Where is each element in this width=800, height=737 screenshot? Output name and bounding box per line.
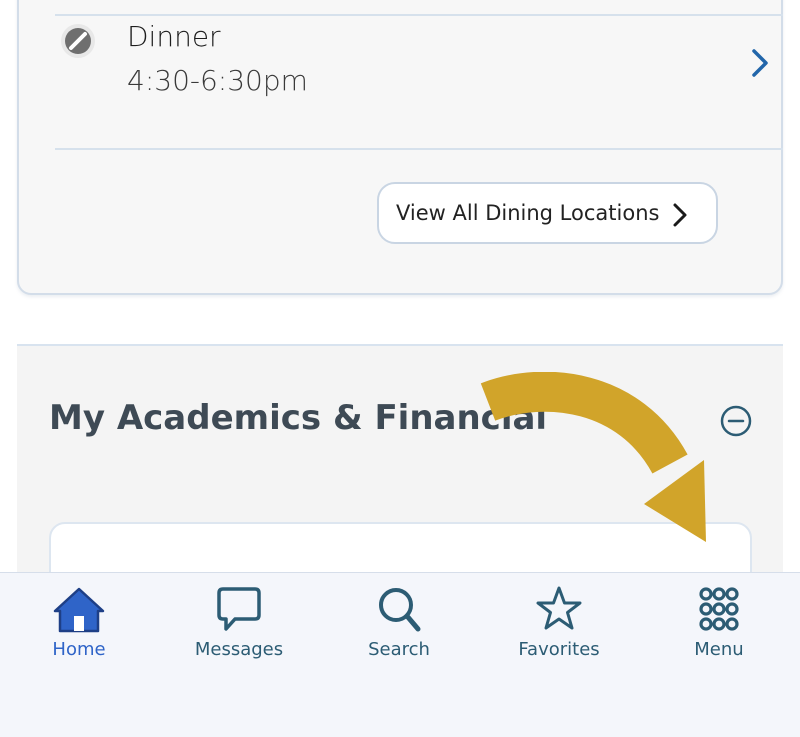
dining-card: Dinner 4:30-6:30pm View All Dining Locat… bbox=[17, 0, 783, 295]
tab-label: Menu bbox=[694, 639, 744, 660]
home-icon bbox=[53, 587, 105, 633]
collapse-minus-icon[interactable] bbox=[720, 405, 752, 437]
search-icon bbox=[379, 588, 421, 632]
tab-favorites[interactable]: Favorites bbox=[489, 585, 629, 675]
star-icon bbox=[536, 586, 582, 630]
tab-menu[interactable]: Menu bbox=[649, 585, 789, 675]
grid-dots-icon bbox=[699, 587, 739, 631]
tab-label: Messages bbox=[194, 639, 284, 660]
tab-label: Favorites bbox=[518, 639, 600, 660]
tab-label: Home bbox=[52, 639, 106, 660]
bottom-tab-bar: Home Messages Search Favorites Menu bbox=[0, 572, 800, 737]
tab-home[interactable]: Home bbox=[9, 585, 149, 675]
divider bbox=[55, 14, 783, 16]
tab-messages[interactable]: Messages bbox=[169, 585, 309, 675]
tab-search[interactable]: Search bbox=[329, 585, 469, 675]
pointer-arrow-icon bbox=[480, 372, 706, 542]
divider bbox=[55, 148, 783, 150]
chevron-right-icon bbox=[673, 203, 687, 227]
closed-status-icon bbox=[61, 24, 95, 58]
view-all-dining-button[interactable]: View All Dining Locations bbox=[377, 182, 718, 244]
meal-time: 4:30-6:30pm bbox=[127, 64, 308, 97]
chevron-right-icon[interactable] bbox=[748, 46, 772, 80]
meal-name: Dinner bbox=[127, 20, 221, 53]
view-all-dining-label: View All Dining Locations bbox=[396, 201, 660, 225]
tab-label: Search bbox=[368, 639, 430, 660]
chat-bubble-icon bbox=[217, 587, 261, 631]
